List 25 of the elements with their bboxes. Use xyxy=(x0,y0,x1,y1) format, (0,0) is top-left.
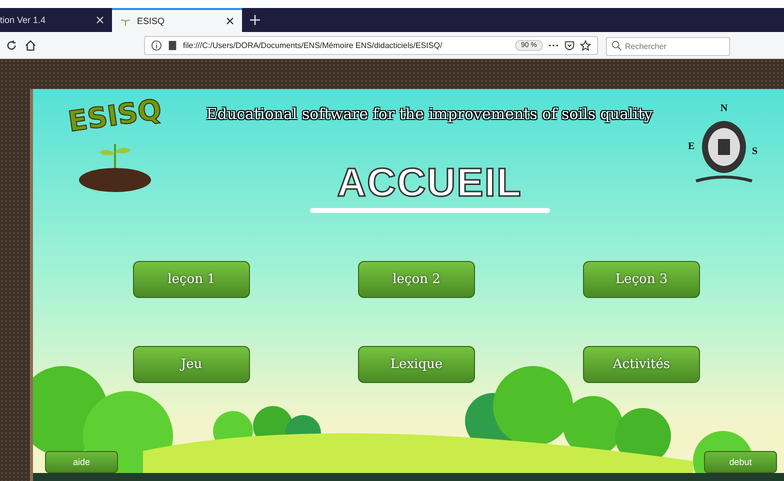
menu-button[interactable]: leçon 1 xyxy=(133,261,250,298)
info-icon xyxy=(151,40,162,50)
close-icon[interactable] xyxy=(226,17,234,25)
menu-button[interactable]: leçon 2 xyxy=(358,261,475,298)
page-heading: ACCUEIL xyxy=(337,161,522,206)
document-icon xyxy=(167,40,178,50)
star-icon[interactable] xyxy=(580,40,591,50)
search-icon xyxy=(611,40,622,50)
app-logo: ESISQ xyxy=(66,92,164,138)
compass-emblem-drawing: N E S xyxy=(684,99,764,199)
home-icon[interactable] xyxy=(25,40,36,50)
menu-button[interactable]: Lexique xyxy=(358,346,475,383)
plus-icon[interactable] xyxy=(250,15,260,25)
menu-button[interactable]: Activités xyxy=(583,346,700,383)
url-text: file:///C:/Users/DORA/Documents/ENS/Mémoire ENS/didacticiels/ESISQ/ xyxy=(183,40,444,50)
browser-tab[interactable]: tion Ver 1.4 xyxy=(0,8,112,32)
browser-tab[interactable]: ESISQ xyxy=(112,8,242,32)
app-subtitle: Educational software for the improvements of soils quality xyxy=(206,105,653,123)
footer-button[interactable]: aide xyxy=(45,451,118,473)
search-field[interactable]: Rechercher xyxy=(606,36,730,56)
pocket-icon[interactable] xyxy=(564,40,575,50)
footer-button[interactable]: debut xyxy=(704,451,777,473)
menu-button[interactable]: Leçon 3 xyxy=(583,261,700,298)
reload-icon[interactable] xyxy=(6,40,17,50)
menu-button[interactable]: Jeu xyxy=(133,346,250,383)
